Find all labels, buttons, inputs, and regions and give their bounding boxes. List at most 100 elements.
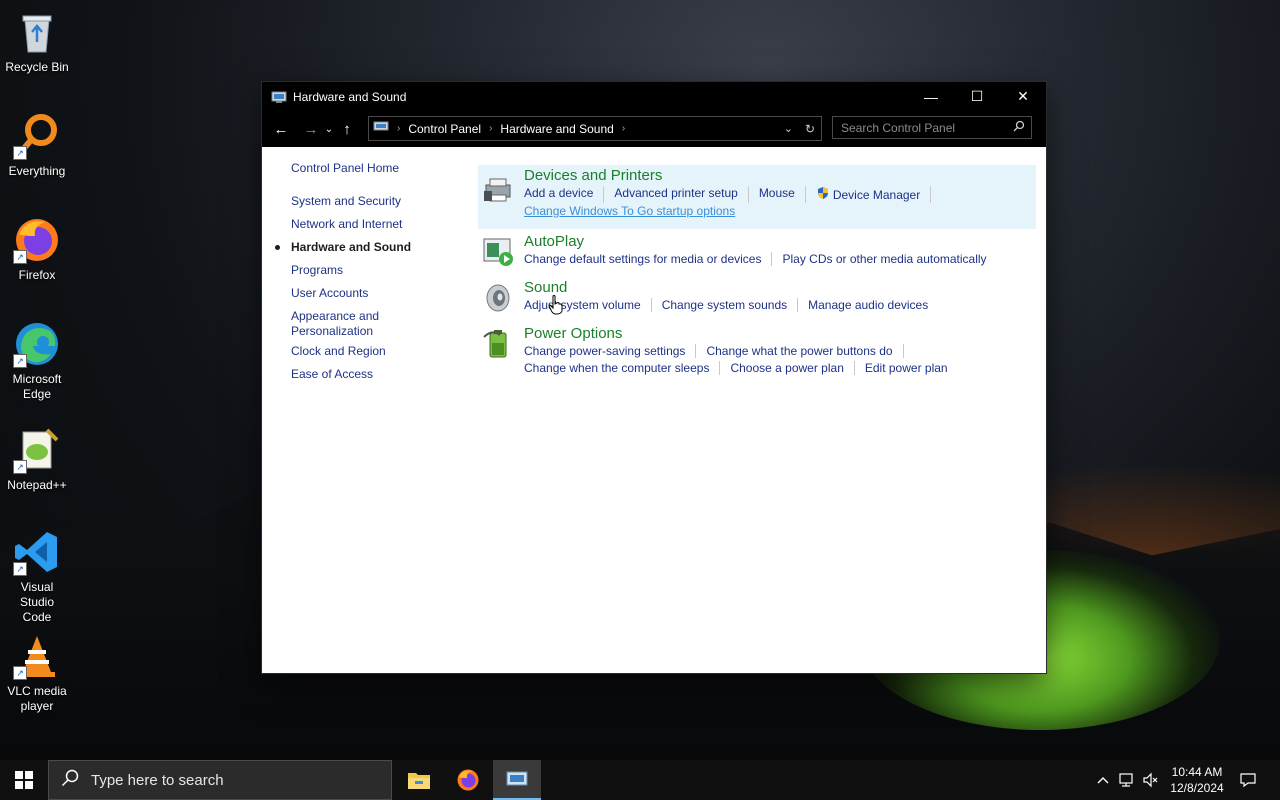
start-button[interactable]: [0, 760, 48, 800]
close-button[interactable]: ✕: [1000, 82, 1046, 111]
category-links-row: Adjust system volume Change system sound…: [524, 298, 938, 312]
nav-clock-and-region[interactable]: Clock and Region: [291, 344, 386, 358]
link-device-manager[interactable]: Device Manager: [804, 186, 930, 203]
address-bar: ← → ⌄ ↑ › Control Panel › Hardware and S…: [262, 111, 1046, 147]
desktop-icon-vlc[interactable]: ↗ VLC media player: [4, 632, 70, 714]
desktop-icon-recycle-bin[interactable]: Recycle Bin: [4, 8, 70, 75]
category-title[interactable]: Power Options: [524, 325, 622, 342]
link-separator: [902, 344, 924, 358]
clock-date: 12/8/2024: [1170, 781, 1224, 795]
recycle-bin-icon: [13, 8, 61, 56]
control-panel-icon: [373, 120, 389, 137]
notifications-icon[interactable]: [1236, 760, 1260, 800]
shortcut-arrow-icon: ↗: [13, 666, 27, 680]
desktop-icon-everything[interactable]: ↗ Everything: [4, 112, 70, 179]
breadcrumb[interactable]: › Control Panel › Hardware and Sound › ⌄…: [368, 116, 822, 141]
link-mouse[interactable]: Mouse: [747, 186, 805, 203]
link-separator: [930, 186, 951, 203]
window-title: Hardware and Sound: [293, 89, 407, 104]
category-title[interactable]: Sound: [524, 279, 567, 296]
forward-arrow-icon[interactable]: →: [300, 121, 322, 138]
link-advanced-printer-setup[interactable]: Advanced printer setup: [603, 186, 747, 203]
control-panel-window: Hardware and Sound — ☐ ✕ ← → ⌄ ↑ › Contr…: [262, 82, 1046, 673]
refresh-icon[interactable]: ↻: [805, 122, 815, 136]
desktop-icon-firefox[interactable]: ↗ Firefox: [4, 216, 70, 283]
uac-shield-icon: [816, 186, 830, 203]
taskbar-search-placeholder: Type here to search: [91, 771, 224, 789]
firefox-icon: [457, 769, 479, 791]
link-play-cds-automatically[interactable]: Play CDs or other media automatically: [771, 252, 996, 266]
category-links-row: Change default settings for media or dev…: [524, 252, 997, 266]
title-bar[interactable]: Hardware and Sound — ☐ ✕: [262, 82, 1046, 111]
vscode-icon: ↗: [13, 528, 61, 576]
link-change-system-sounds[interactable]: Change system sounds: [650, 298, 797, 312]
taskbar-control-panel[interactable]: [493, 760, 541, 800]
link-add-a-device[interactable]: Add a device: [524, 186, 603, 203]
nav-programs[interactable]: Programs: [291, 263, 343, 277]
nav-user-accounts[interactable]: User Accounts: [291, 286, 368, 300]
nav-network-and-internet[interactable]: Network and Internet: [291, 217, 402, 231]
shortcut-arrow-icon: ↗: [13, 146, 27, 160]
breadcrumb-separator-icon: ›: [489, 123, 493, 134]
shortcut-arrow-icon: ↗: [13, 354, 27, 368]
category-power-options: Power Options Change power-saving settin…: [478, 323, 1036, 383]
everything-search-icon: ↗: [13, 112, 61, 160]
desktop-icon-label: Microsoft Edge: [12, 372, 62, 401]
up-arrow-icon[interactable]: ↑: [336, 121, 358, 138]
desktop-icon-edge[interactable]: ↗ Microsoft Edge: [4, 320, 70, 402]
link-change-power-saving-settings[interactable]: Change power-saving settings: [524, 344, 695, 358]
volume-muted-icon[interactable]: [1140, 760, 1162, 800]
taskbar-file-explorer[interactable]: [395, 760, 443, 800]
link-manage-audio-devices[interactable]: Manage audio devices: [797, 298, 938, 312]
link-choose-a-power-plan[interactable]: Choose a power plan: [719, 361, 853, 375]
maximize-button[interactable]: ☐: [954, 82, 1000, 111]
taskbar-clock[interactable]: 10:44 AM 12/8/2024: [1162, 764, 1232, 796]
breadcrumb-separator-icon: ›: [621, 123, 626, 134]
shortcut-arrow-icon: ↗: [13, 460, 27, 474]
breadcrumb-hardware-and-sound[interactable]: Hardware and Sound: [500, 122, 613, 136]
category-autoplay: AutoPlay Change default settings for med…: [478, 231, 1036, 275]
autoplay-icon: [482, 235, 514, 267]
category-links-row: Change Windows To Go startup options: [524, 204, 745, 218]
category-links-row: Change when the computer sleeps Choose a…: [524, 361, 958, 375]
nav-appearance-and-personalization[interactable]: Appearance and Personalization: [291, 309, 401, 339]
desktop-icon-notepadpp[interactable]: ↗ Notepad++: [4, 426, 70, 493]
taskbar-firefox[interactable]: [444, 760, 492, 800]
breadcrumb-control-panel[interactable]: Control Panel: [408, 122, 481, 136]
link-adjust-system-volume[interactable]: Adjust system volume: [524, 298, 651, 312]
nav-ease-of-access[interactable]: Ease of Access: [291, 367, 373, 381]
back-arrow-icon[interactable]: ←: [270, 121, 292, 138]
category-devices-and-printers: Devices and Printers Add a device Advanc…: [478, 165, 1036, 229]
recent-locations-chevron-icon[interactable]: ⌄: [322, 124, 336, 135]
search-input[interactable]: Search Control Panel: [832, 116, 1032, 139]
link-change-default-settings-for-media[interactable]: Change default settings for media or dev…: [524, 252, 771, 266]
desktop-icon-label: Firefox: [18, 268, 56, 282]
link-change-windows-to-go-startup-options[interactable]: Change Windows To Go startup options: [524, 204, 745, 218]
link-change-power-buttons[interactable]: Change what the power buttons do: [695, 344, 902, 358]
active-bullet-icon: [275, 245, 280, 250]
desktop-icon-label: Visual Studio Code: [19, 580, 55, 624]
battery-icon: [482, 327, 514, 359]
category-title[interactable]: AutoPlay: [524, 233, 584, 250]
search-icon: [1013, 120, 1025, 135]
speaker-icon: [482, 281, 514, 313]
minimize-button[interactable]: —: [908, 82, 954, 111]
search-icon: [61, 769, 79, 791]
address-dropdown-chevron-icon[interactable]: ⌄: [784, 122, 793, 135]
hand-cursor-icon: [548, 295, 564, 320]
shortcut-arrow-icon: ↗: [13, 562, 27, 576]
desktop-icon-label: VLC media player: [7, 684, 67, 713]
show-hidden-icons-chevron-icon[interactable]: [1094, 760, 1112, 800]
nav-system-and-security[interactable]: System and Security: [291, 194, 401, 208]
printer-icon: [482, 173, 514, 205]
network-icon[interactable]: [1116, 760, 1138, 800]
control-panel-icon: [506, 771, 528, 786]
link-edit-power-plan[interactable]: Edit power plan: [853, 361, 958, 375]
desktop-icon-vscode[interactable]: ↗ Visual Studio Code: [4, 528, 70, 625]
nav-control-panel-home[interactable]: Control Panel Home: [291, 161, 399, 175]
category-title[interactable]: Devices and Printers: [524, 167, 662, 184]
category-links-row: Add a device Advanced printer setup Mous…: [524, 186, 951, 203]
taskbar-search-input[interactable]: Type here to search: [48, 760, 392, 800]
link-change-when-computer-sleeps[interactable]: Change when the computer sleeps: [524, 361, 719, 375]
desktop-icon-label: Everything: [8, 164, 66, 178]
